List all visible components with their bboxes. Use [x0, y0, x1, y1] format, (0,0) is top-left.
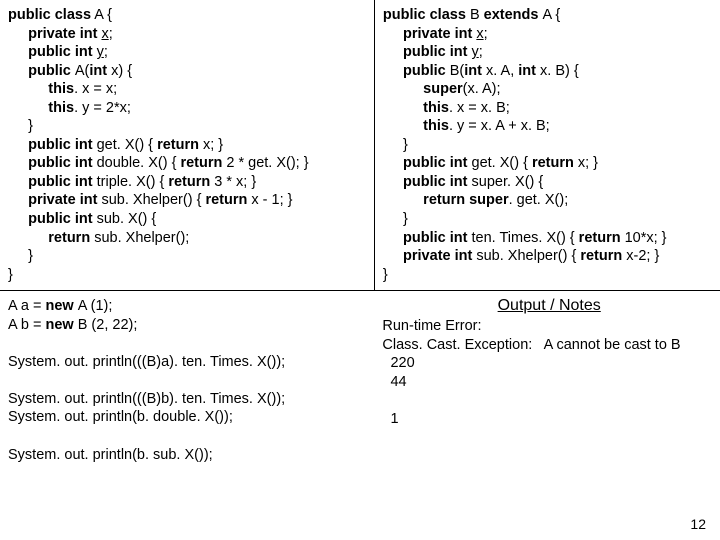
output-text: Run-time Error: Class. Cast. Exception: … — [382, 317, 716, 428]
class-a-code: public class A { private int x; public i… — [8, 6, 370, 284]
class-b-code: public class B extends A { private int x… — [383, 6, 716, 284]
slide-table: public class A { private int x; public i… — [0, 0, 720, 470]
output-heading: Output / Notes — [382, 297, 716, 317]
calls-code: A a = new A (1); A b = new B (2, 22); Sy… — [8, 297, 370, 464]
page-number: 12 — [690, 516, 706, 532]
